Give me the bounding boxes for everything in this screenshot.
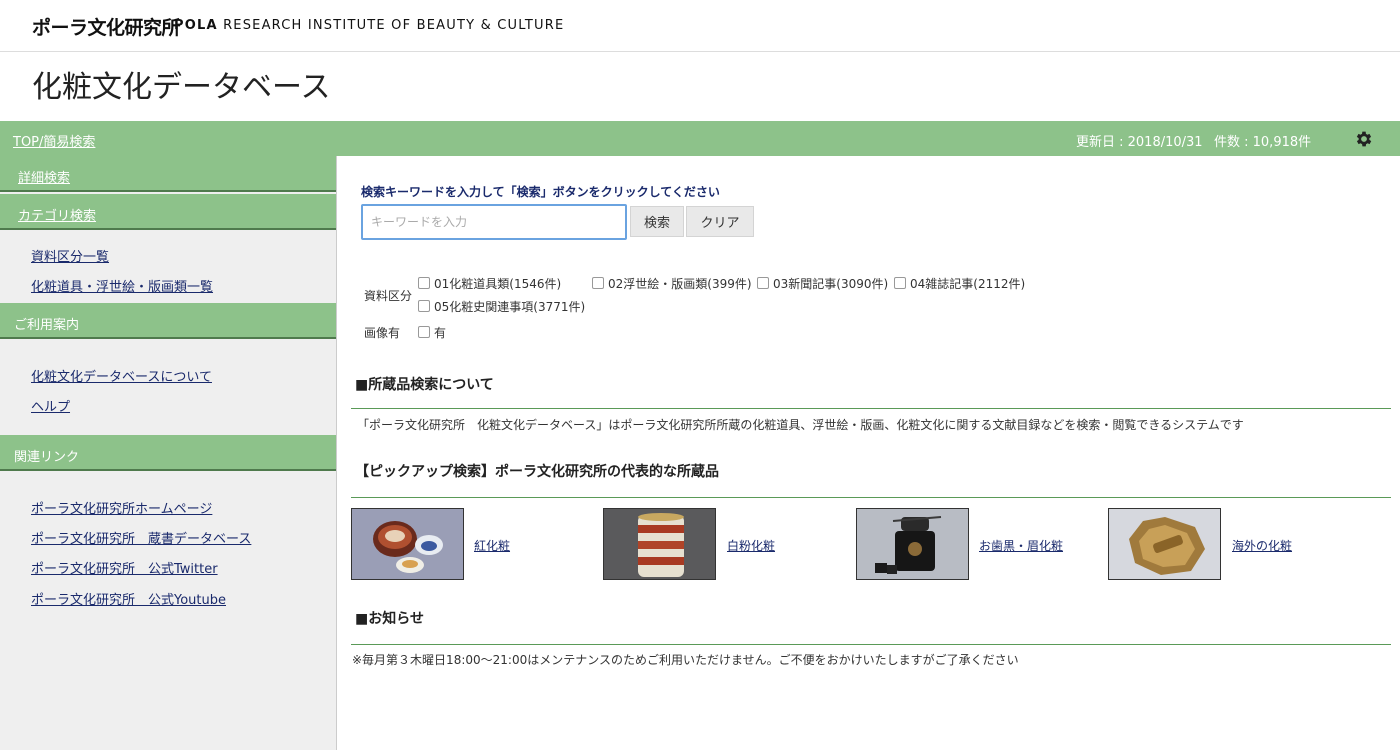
site-header: ポーラ文化研究所 POLA RESEARCH INSTITUTE OF BEAU… (0, 0, 1400, 52)
page-title: 化粧文化データベース (32, 70, 331, 105)
pickup-thumb-foreign-makeup[interactable] (1108, 508, 1221, 580)
top-nav-bar: TOP/簡易検索 更新日 : 2018/10/31 件数 : 10,918件 (0, 121, 1400, 156)
category-option-03: 03新聞記事(3090件) (773, 277, 889, 291)
record-count: 件数 : 10,918件 (1214, 135, 1312, 150)
search-instruction: 検索キーワードを入力して「検索」ボタンをクリックしてください (361, 185, 720, 199)
sidebar-link-library-database[interactable]: ポーラ文化研究所 蔵書データベース (31, 528, 251, 547)
sidebar-link-pola-homepage[interactable]: ポーラ文化研究所ホームページ (31, 498, 212, 517)
gear-icon[interactable] (1354, 129, 1374, 149)
top-simple-search-link[interactable]: TOP/簡易検索 (13, 131, 95, 150)
sidebar-link-about-database[interactable]: 化粧文化データベースについて (31, 366, 212, 385)
category-checkbox-02[interactable] (592, 277, 604, 289)
image-checkbox[interactable] (418, 326, 430, 338)
logo-en-bold: POLA (174, 18, 218, 33)
category-checkbox-01[interactable] (418, 277, 430, 289)
sidebar-category-search[interactable]: カテゴリ検索 (0, 194, 336, 230)
sidebar-link-youtube[interactable]: ポーラ文化研究所 公式Youtube (31, 589, 226, 608)
category-option-04: 04雑誌記事(2112件) (910, 277, 1026, 291)
category-filter-label: 資料区分 (364, 289, 413, 303)
notice-section-title: ■お知らせ (355, 611, 424, 627)
updated-date: 更新日 : 2018/10/31 (1076, 135, 1203, 150)
sidebar-guide-heading: ご利用案内 (0, 303, 336, 339)
category-checkbox-05[interactable] (418, 300, 430, 312)
main-content: 検索キーワードを入力して「検索」ボタンをクリックしてください 検索 クリア 資料… (337, 156, 1400, 750)
foreign-cosmetic-box-image (1109, 509, 1220, 579)
about-divider (351, 408, 1391, 409)
white-powder-container-image (604, 509, 715, 579)
category-option-02: 02浮世絵・版画類(399件) (608, 277, 752, 291)
image-option: 有 (434, 326, 447, 340)
pickup-divider (351, 497, 1391, 498)
red-makeup-bowls-image (352, 509, 463, 579)
about-section-title: ■所蔵品検索について (355, 377, 494, 393)
logo-jp[interactable]: ポーラ文化研究所 (32, 13, 181, 40)
category-option-05: 05化粧史関連事項(3771件) (434, 300, 586, 314)
logo-en[interactable]: POLA RESEARCH INSTITUTE OF BEAUTY & CULT… (174, 18, 564, 33)
sidebar-detailed-search[interactable]: 詳細検索 (0, 156, 336, 192)
sidebar-link-help[interactable]: ヘルプ (31, 396, 70, 415)
sidebar-link-twitter[interactable]: ポーラ文化研究所 公式Twitter (31, 558, 218, 577)
category-checkbox-04[interactable] (894, 277, 906, 289)
search-input[interactable] (361, 204, 627, 240)
sidebar-related-heading: 関連リンク (0, 435, 336, 471)
about-description: 「ポーラ文化研究所 化粧文化データベース」はポーラ文化研究所所蔵の化粧道具、浮世… (357, 418, 1244, 432)
category-option-01: 01化粧道具類(1546件) (434, 277, 562, 291)
image-filter-label: 画像有 (364, 326, 401, 340)
teeth-blackening-set-image (857, 509, 968, 579)
sidebar: 詳細検索 カテゴリ検索 資料区分一覧 化粧道具・浮世絵・版画類一覧 ご利用案内 … (0, 156, 337, 750)
pickup-link-red-makeup[interactable]: 紅化粧 (474, 537, 510, 554)
search-button[interactable]: 検索 (630, 206, 684, 237)
pickup-section-title: 【ピックアップ検索】ポーラ文化研究所の代表的な所蔵品 (355, 464, 719, 480)
pickup-link-teeth-blackening[interactable]: お歯黒・眉化粧 (979, 537, 1063, 554)
sidebar-link-tools-prints-list[interactable]: 化粧道具・浮世絵・版画類一覧 (31, 276, 213, 295)
clear-button[interactable]: クリア (686, 206, 754, 237)
pickup-thumb-teeth-blackening[interactable] (856, 508, 969, 580)
sidebar-link-category-list[interactable]: 資料区分一覧 (31, 246, 109, 265)
logo-en-rest: RESEARCH INSTITUTE OF BEAUTY & CULTURE (223, 18, 565, 33)
pickup-link-white-powder[interactable]: 白粉化粧 (727, 537, 775, 554)
pickup-thumb-white-powder[interactable] (603, 508, 716, 580)
notice-divider (351, 644, 1391, 645)
notice-text: ※毎月第３木曜日18:00〜21:00はメンテナンスのためご利用いただけません。… (352, 653, 1019, 667)
pickup-link-foreign-makeup[interactable]: 海外の化粧 (1232, 537, 1292, 554)
pickup-thumb-red-makeup[interactable] (351, 508, 464, 580)
category-checkbox-03[interactable] (757, 277, 769, 289)
